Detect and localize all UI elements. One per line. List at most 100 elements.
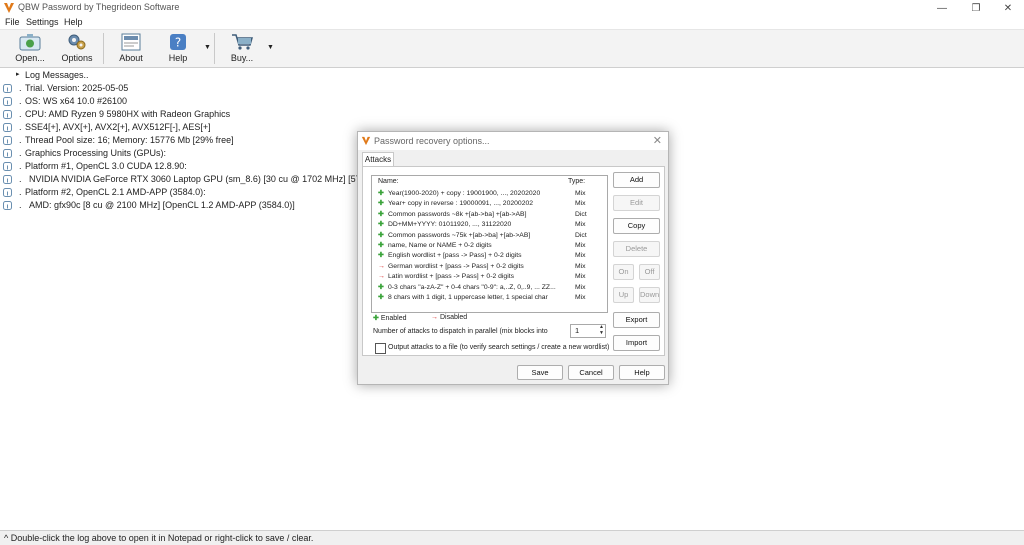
info-icon	[3, 97, 12, 106]
cancel-button[interactable]: Cancel	[568, 365, 614, 380]
attack-row[interactable]: → Latin wordlist + [pass -> Pass] + 0-2 d…	[372, 272, 607, 282]
output-to-file-checkbox[interactable]	[375, 343, 386, 354]
attacks-list[interactable]: Name: Type: ✚ Year(1900-2020) + copy : 19…	[371, 175, 608, 313]
attack-name: name, Name or NAME + 0-2 digits	[388, 242, 492, 249]
help-dialog-button[interactable]: Help	[619, 365, 665, 380]
enabled-plus-icon: ✚	[378, 252, 384, 260]
list-header: Name: Type:	[372, 176, 607, 188]
options-label: Options	[61, 53, 93, 63]
options-button[interactable]: Options	[58, 32, 96, 65]
attack-type: Mix	[575, 200, 586, 208]
copy-button[interactable]: Copy	[613, 218, 660, 234]
gear-icon	[68, 34, 86, 50]
status-bar: ^ Double-click the log above to open it …	[0, 530, 1024, 545]
attack-row[interactable]: ✚ Year+ copy in reverse : 19000091, ..., …	[372, 199, 607, 209]
attack-row[interactable]: ✚ 8 chars with 1 digit, 1 uppercase lette…	[372, 293, 607, 303]
delete-button[interactable]: Delete	[613, 241, 660, 257]
save-button[interactable]: Save	[517, 365, 563, 380]
close-button[interactable]: ✕	[994, 0, 1022, 16]
attack-name: DD+MM+YYYY: 01011920, ..., 31122020	[388, 221, 512, 229]
menu-help[interactable]: Help	[64, 17, 83, 27]
attack-name: Latin wordlist + [pass -> Pass] + 0-2 di…	[388, 273, 514, 281]
up-button[interactable]: Up	[613, 287, 634, 303]
add-button[interactable]: Add	[613, 172, 660, 188]
info-icon	[3, 123, 12, 132]
enabled-plus-icon: ✚	[373, 315, 379, 322]
info-icon	[3, 110, 12, 119]
menu-bar: File Settings Help	[0, 16, 1024, 29]
legend-disabled: → Disabled	[431, 314, 468, 321]
attack-row[interactable]: ✚ Year(1900-2020) + copy : 19001900, ...,…	[372, 189, 607, 199]
down-button[interactable]: Down	[639, 287, 660, 303]
info-icon	[3, 136, 12, 145]
toolbar-separator	[214, 33, 215, 64]
attack-name: 0-3 chars "a-zA-Z" + 0-4 chars "0-9": a,…	[388, 283, 556, 291]
buy-button[interactable]: Buy...	[226, 32, 258, 65]
open-icon	[19, 34, 41, 51]
disabled-arrow-icon: →	[378, 273, 385, 281]
attack-name: German wordlist + [pass -> Pass] + 0-2 d…	[388, 262, 524, 270]
attack-type: Mix	[575, 190, 586, 197]
menu-file[interactable]: File	[5, 17, 20, 27]
on-button[interactable]: On	[613, 264, 634, 280]
attack-row[interactable]: ✚ name, Name or NAME + 0-2 digits Mix	[372, 241, 607, 251]
output-to-file-label: Output attacks to a file (to verify sear…	[388, 344, 610, 351]
attack-name: 8 chars with 1 digit, 1 uppercase letter…	[388, 294, 548, 301]
about-label: About	[119, 53, 143, 63]
enabled-plus-icon: ✚	[378, 283, 384, 291]
name-column-header[interactable]: Name:	[378, 178, 399, 185]
title-bar: QBW Password by Thegrideon Software — ❐ …	[0, 0, 1024, 16]
window-title: QBW Password by Thegrideon Software	[18, 2, 180, 12]
attack-name: Common passwords ~75k +[ab->ba] +[ab->AB…	[388, 231, 531, 239]
parallel-value[interactable]: 1	[575, 326, 579, 335]
enabled-plus-icon: ✚	[378, 210, 384, 218]
attack-row[interactable]: → German wordlist + [pass -> Pass] + 0-2 …	[372, 262, 607, 272]
attack-name: English wordlist + [pass -> Pass] + 0-2 …	[388, 252, 522, 260]
attack-type: Mix	[575, 273, 586, 281]
help-dropdown-icon[interactable]: ▼	[204, 44, 211, 51]
attack-type: Mix	[575, 294, 586, 301]
info-icon	[3, 201, 12, 210]
info-icon	[3, 162, 12, 171]
attack-type: Dict	[575, 231, 587, 239]
info-icon	[3, 84, 12, 93]
minimize-button[interactable]: —	[928, 0, 956, 16]
buy-dropdown-icon[interactable]: ▼	[267, 44, 274, 51]
open-label: Open...	[15, 53, 45, 63]
enabled-plus-icon: ✚	[378, 190, 384, 197]
import-button[interactable]: Import	[613, 335, 660, 351]
attack-row[interactable]: ✚ Common passwords ~75k +[ab->ba] +[ab->A…	[372, 231, 607, 241]
expand-icon[interactable]: ▸	[16, 70, 20, 78]
off-button[interactable]: Off	[639, 264, 660, 280]
enabled-plus-icon: ✚	[378, 242, 384, 249]
edit-button[interactable]: Edit	[613, 195, 660, 211]
attack-row[interactable]: ✚ DD+MM+YYYY: 01011920, ..., 31122020 Mix	[372, 220, 607, 230]
svg-text:?: ?	[175, 36, 181, 50]
cart-icon	[232, 34, 253, 50]
info-icon	[3, 188, 12, 197]
attack-row[interactable]: ✚ English wordlist + [pass -> Pass] + 0-2…	[372, 251, 607, 261]
attacks-panel: Name: Type: ✚ Year(1900-2020) + copy : 19…	[362, 166, 665, 356]
tab-attacks[interactable]: Attacks	[362, 152, 394, 167]
status-text: ^ Double-click the log above to open it …	[4, 533, 314, 543]
stepper-arrows-icon[interactable]: ▲ ▼	[599, 324, 604, 336]
menu-settings[interactable]: Settings	[26, 17, 59, 27]
export-button[interactable]: Export	[613, 312, 660, 328]
buy-label: Buy...	[230, 53, 254, 63]
open-button[interactable]: Open...	[12, 32, 48, 65]
dialog-close-icon[interactable]: ✕	[653, 134, 662, 147]
toolbar: Open... Options About ? Help ▼ Buy... ▼	[0, 29, 1024, 68]
restore-button[interactable]: ❐	[962, 0, 990, 16]
info-icon	[3, 175, 12, 184]
dialog-title-bar[interactable]: Password recovery options... ✕	[358, 132, 668, 150]
attack-row[interactable]: ✚ Common passwords ~8k +[ab->ba] +[ab->AB…	[372, 210, 607, 220]
attack-row[interactable]: ✚ 0-3 chars "a-zA-Z" + 0-4 chars "0-9": a…	[372, 283, 607, 293]
app-logo-icon	[361, 136, 371, 146]
attack-type: Mix	[575, 283, 586, 291]
toolbar-separator	[103, 33, 104, 64]
type-column-header[interactable]: Type:	[568, 178, 585, 185]
help-button[interactable]: ? Help	[162, 32, 194, 65]
parallel-stepper[interactable]: 1 ▲ ▼	[570, 324, 606, 338]
attack-name: Year(1900-2020) + copy : 19001900, ..., …	[388, 190, 541, 197]
about-button[interactable]: About	[114, 32, 148, 65]
